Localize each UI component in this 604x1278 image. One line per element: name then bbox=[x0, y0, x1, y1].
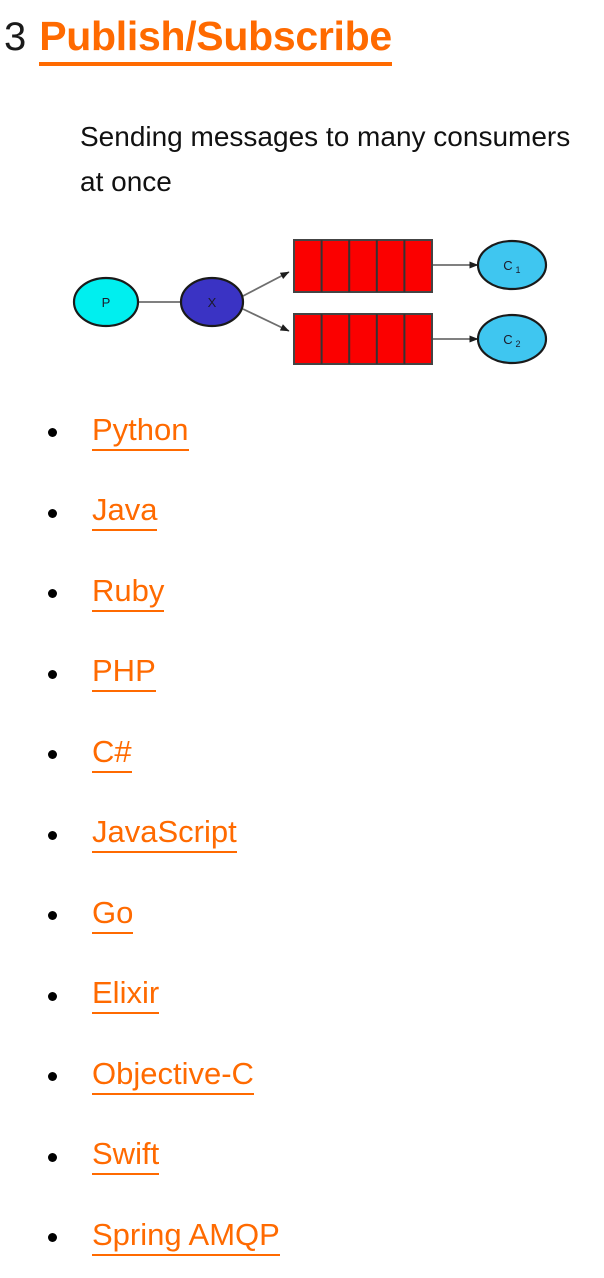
bullet-icon bbox=[48, 508, 57, 518]
bullet-icon bbox=[48, 1072, 57, 1082]
producer-label: P bbox=[102, 295, 111, 310]
language-link[interactable]: Go bbox=[92, 897, 134, 934]
diagram-node-queue-1 bbox=[293, 239, 433, 293]
list-item: Swift bbox=[0, 1117, 604, 1198]
bullet-icon bbox=[48, 1233, 57, 1243]
list-item: Spring AMQP bbox=[0, 1197, 604, 1278]
language-list: Python Java Ruby PHP C# JavaScript Go Elixir Obj… bbox=[0, 392, 604, 1278]
page-subtitle: Sending messages to many consumers at on… bbox=[80, 121, 571, 198]
bullet-icon bbox=[48, 991, 57, 1001]
list-item: Go bbox=[0, 875, 604, 956]
language-link[interactable]: PHP bbox=[92, 655, 156, 693]
heading-number: 3 bbox=[4, 15, 27, 59]
bullet-icon bbox=[48, 1152, 57, 1162]
heading-link-publish-subscribe[interactable]: Publish/Subscribe bbox=[39, 16, 392, 66]
consumer-2-label: C bbox=[503, 332, 512, 347]
language-link[interactable]: JavaScript bbox=[92, 816, 237, 854]
language-link[interactable]: C# bbox=[92, 736, 132, 773]
publish-subscribe-diagram: P X C 1 C 2 bbox=[60, 230, 570, 380]
bullet-icon bbox=[48, 669, 57, 679]
consumer-1-subscript: 1 bbox=[515, 265, 520, 275]
list-item: JavaScript bbox=[0, 795, 604, 876]
list-item: Python bbox=[0, 392, 604, 473]
bullet-icon bbox=[48, 750, 57, 760]
diagram-node-producer: P bbox=[72, 276, 140, 328]
edge-exchange-to-queue-2 bbox=[242, 308, 290, 332]
diagram-node-exchange: X bbox=[179, 276, 245, 328]
bullet-icon bbox=[48, 589, 57, 599]
diagram-node-consumer-2: C 2 bbox=[476, 313, 548, 365]
page-heading: 3 Publish/Subscribe bbox=[0, 16, 604, 78]
diagram-node-queue-2 bbox=[293, 313, 433, 365]
language-link[interactable]: Spring AMQP bbox=[92, 1219, 280, 1256]
list-item: Java bbox=[0, 473, 604, 554]
list-item: PHP bbox=[0, 634, 604, 715]
list-item: Objective-C bbox=[0, 1036, 604, 1117]
language-link[interactable]: Objective-C bbox=[92, 1058, 254, 1095]
language-link[interactable]: Ruby bbox=[92, 575, 165, 612]
language-link[interactable]: Java bbox=[92, 494, 158, 532]
edge-exchange-to-queue-1 bbox=[242, 271, 290, 297]
consumer-1-label: C bbox=[503, 258, 512, 273]
exchange-label: X bbox=[208, 295, 217, 310]
consumer-2-subscript: 2 bbox=[515, 339, 520, 349]
list-item: C# bbox=[0, 714, 604, 795]
bullet-icon bbox=[48, 428, 57, 438]
diagram-node-consumer-1: C 1 bbox=[476, 239, 548, 291]
bullet-icon bbox=[48, 830, 57, 840]
bullet-icon bbox=[48, 911, 57, 921]
list-item: Ruby bbox=[0, 553, 604, 634]
language-link[interactable]: Swift bbox=[92, 1138, 160, 1176]
language-link[interactable]: Elixir bbox=[92, 977, 160, 1015]
list-item: Elixir bbox=[0, 956, 604, 1037]
language-link[interactable]: Python bbox=[92, 414, 189, 451]
